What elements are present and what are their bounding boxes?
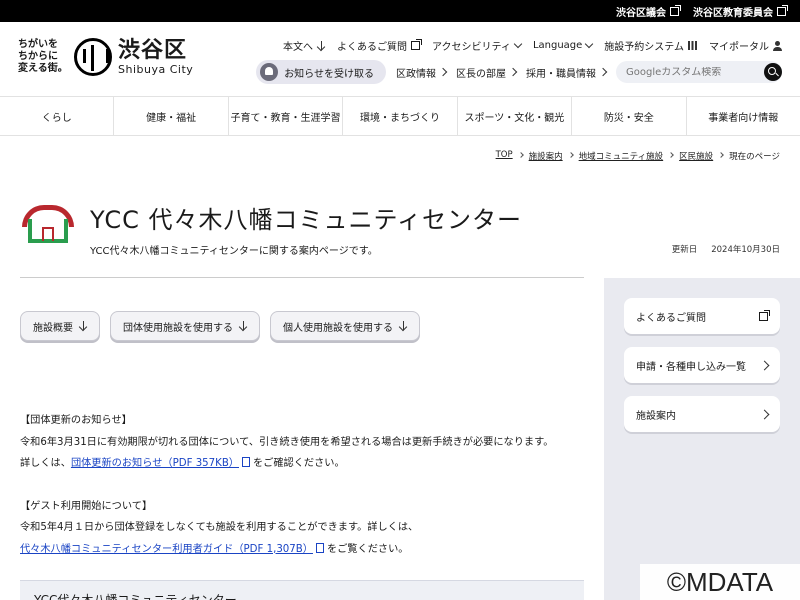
site-logo[interactable]: ちがいを ちからに 変える街。 渋谷区 Shibuya City xyxy=(18,38,193,76)
faq-link[interactable]: よくあるご質問 xyxy=(337,38,423,53)
logo-name-jp: 渋谷区 xyxy=(118,37,188,63)
group-renewal-pdf-link[interactable]: 団体更新のお知らせ（PDF 357KB） xyxy=(71,458,239,469)
education-board-link[interactable]: 渋谷区教育委員会 xyxy=(693,4,788,19)
nav-safety[interactable]: 防災・安全 xyxy=(572,97,687,135)
chevron-down-icon xyxy=(585,39,594,49)
main-nav: くらし 健康・福祉 子育て・教育・生涯学習 環境・まちづくり スポーツ・文化・観… xyxy=(0,96,800,136)
grid-icon xyxy=(688,41,697,50)
breadcrumb-top[interactable]: TOP xyxy=(496,150,513,162)
arrow-down-icon xyxy=(239,321,247,331)
anchor-group-use-button[interactable]: 団体使用施設を使用する xyxy=(110,311,260,341)
external-link-icon xyxy=(411,39,423,50)
search-box xyxy=(616,61,782,83)
utility-nav: 本文へ よくあるご質問 アクセシビリティ Language 施設予約システム マ… xyxy=(283,38,782,53)
sidebar-facilities-link[interactable]: 施設案内 xyxy=(624,396,780,432)
nav-environment[interactable]: 環境・まちづくり xyxy=(343,97,458,135)
section-header: YCC代々木八幡コミュニティセンター xyxy=(20,580,584,600)
chevron-right-icon xyxy=(759,360,770,370)
sidebar-faq-link[interactable]: よくあるご質問 xyxy=(624,298,780,334)
breadcrumb-kumin[interactable]: 区民施設 xyxy=(679,150,713,162)
page-subtitle: YCC代々木八幡コミュニティセンターに関する案内ページです。 xyxy=(90,246,378,257)
person-icon xyxy=(773,40,782,51)
kusei-info-menu[interactable]: 区政情報 xyxy=(396,65,448,80)
arrow-down-icon xyxy=(317,40,325,51)
skip-to-content-link[interactable]: 本文へ xyxy=(283,38,325,53)
nav-education[interactable]: 子育て・教育・生涯学習 xyxy=(229,97,344,135)
mayor-room-menu[interactable]: 区長の部屋 xyxy=(456,65,518,80)
breadcrumb: TOP 施設案内 地域コミュニティ施設 区民施設 現在のページ xyxy=(496,150,780,162)
reservation-link[interactable]: 施設予約システム xyxy=(604,38,697,53)
chevron-right-icon xyxy=(508,67,518,77)
header-row2: お知らせを受け取る 区政情報 区長の部屋 採用・職員情報 xyxy=(256,60,782,84)
chevron-right-icon xyxy=(718,152,724,158)
chevron-right-icon xyxy=(759,409,770,419)
chevron-right-icon xyxy=(668,152,674,158)
notice-heading: 【団体更新のお知らせ】 xyxy=(20,415,132,426)
breadcrumb-community[interactable]: 地域コミュニティ施設 xyxy=(579,150,664,162)
council-link[interactable]: 渋谷区議会 xyxy=(616,4,681,19)
external-link-icon xyxy=(777,4,788,16)
recruit-menu[interactable]: 採用・職員情報 xyxy=(526,65,608,80)
notice-link-line: 詳しくは、団体更新のお知らせ（PDF 357KB） をご確認ください。 xyxy=(20,457,345,469)
divider xyxy=(20,277,584,278)
search-icon[interactable] xyxy=(764,63,782,81)
main-content: 【団体更新のお知らせ】 令和6年3月31日に有効期限が切れる団体について、引き続… xyxy=(20,410,590,560)
external-link-icon xyxy=(670,4,681,16)
external-link-icon xyxy=(759,309,770,321)
facility-house-icon xyxy=(22,205,74,245)
sidebar-forms-link[interactable]: 申請・各種申し込み一覧 xyxy=(624,347,780,383)
document-icon xyxy=(315,542,324,553)
updated-date: 更新日 2024年10月30日 xyxy=(671,245,780,255)
chevron-right-icon xyxy=(567,152,574,158)
chevron-right-icon xyxy=(438,67,448,77)
logo-name-en: Shibuya City xyxy=(118,62,194,76)
accessibility-menu[interactable]: アクセシビリティ xyxy=(432,38,523,53)
document-icon xyxy=(242,457,250,467)
shibuya-emblem-icon xyxy=(74,38,112,76)
breadcrumb-facilities[interactable]: 施設案内 xyxy=(529,150,563,162)
guest-link-line: 代々木八幡コミュニティセンター利用者ガイド（PDF 1,307B） をご覧ください… xyxy=(20,542,409,555)
guest-heading: 【ゲスト利用開始について】 xyxy=(20,500,153,512)
arrow-down-icon xyxy=(399,321,407,331)
top-bar: 渋谷区議会 渋谷区教育委員会 xyxy=(0,0,800,22)
watermark: ©MDATA xyxy=(640,564,800,600)
chevron-right-icon xyxy=(598,67,608,77)
search-input[interactable] xyxy=(626,66,756,78)
language-menu[interactable]: Language xyxy=(533,38,594,53)
nav-business[interactable]: 事業者向け情報 xyxy=(687,97,800,135)
anchor-individual-use-button[interactable]: 個人使用施設を使用する xyxy=(270,311,420,341)
guest-text: 令和5年4月１日から団体登録をしなくても施設を利用することができます。詳しくは、 xyxy=(20,522,419,533)
logo-tagline: ちがいを ちからに 変える街。 xyxy=(18,39,68,74)
anchor-overview-button[interactable]: 施設概要 xyxy=(20,311,100,341)
anchor-links: 施設概要 団体使用施設を使用する 個人使用施設を使用する xyxy=(20,311,420,341)
notice-text: 令和6年3月31日に有効期限が切れる団体について、引き続き使用を希望される場合は… xyxy=(20,436,554,448)
notification-button[interactable]: お知らせを受け取る xyxy=(256,60,386,84)
myportal-link[interactable]: マイポータル xyxy=(709,38,782,53)
nav-health[interactable]: 健康・福祉 xyxy=(114,97,229,135)
arrow-down-icon xyxy=(79,321,87,331)
bell-icon xyxy=(260,63,279,81)
chevron-down-icon xyxy=(513,39,523,49)
header: ちがいを ちからに 変える街。 渋谷区 Shibuya City 本文へ よくあ… xyxy=(0,22,800,96)
breadcrumb-current: 現在のページ xyxy=(729,152,780,162)
user-guide-pdf-link[interactable]: 代々木八幡コミュニティセンター利用者ガイド（PDF 1,307B） xyxy=(20,544,313,555)
sidebar: よくあるご質問 申請・各種申し込み一覧 施設案内 xyxy=(604,278,800,600)
chevron-right-icon xyxy=(517,152,524,158)
nav-sports[interactable]: スポーツ・文化・観光 xyxy=(458,97,573,135)
nav-kurashi[interactable]: くらし xyxy=(0,97,115,135)
page-title: YCC 代々木八幡コミュニティセンター xyxy=(90,206,523,234)
